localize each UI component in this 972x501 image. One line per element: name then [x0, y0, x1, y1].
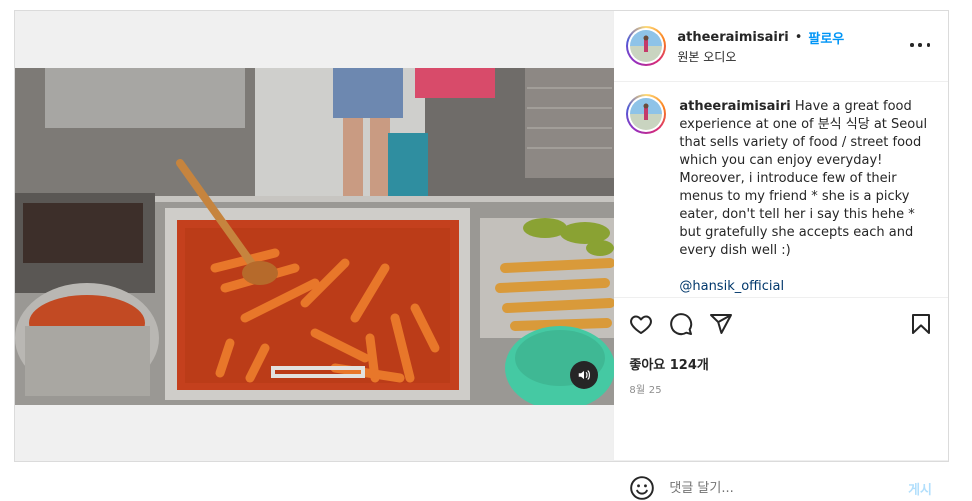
header-username[interactable]: atheeraimisairi: [677, 30, 788, 45]
follow-button[interactable]: 팔로우: [808, 28, 844, 47]
post-date[interactable]: 8월 25: [629, 381, 661, 396]
separator-dot: •: [794, 30, 803, 45]
comment-icon[interactable]: [669, 312, 693, 336]
post-meta: 좋아요 124개 8월 25: [614, 350, 948, 461]
instagram-post: atheeraimisairi • 팔로우 원본 오디오 atheeraimis…: [14, 10, 949, 501]
share-icon[interactable]: [709, 312, 733, 336]
comments-section: atheeraimisairi Have a great food experi…: [614, 82, 948, 298]
caption-avatar-image: [630, 98, 663, 130]
caption-avatar[interactable]: [626, 94, 667, 134]
caption-text: Have a great food experience at one of 분…: [679, 99, 928, 258]
action-bar: [614, 298, 948, 350]
post-comment-button[interactable]: 게시: [908, 479, 932, 498]
caption-username[interactable]: atheeraimisairi: [679, 99, 790, 114]
bookmark-icon[interactable]: [909, 312, 933, 336]
caption: atheeraimisairi Have a great food experi…: [679, 98, 929, 296]
mention-link[interactable]: @hansik_official: [679, 278, 929, 296]
speaker-icon: [578, 370, 590, 380]
audio-label[interactable]: 원본 오디오: [677, 48, 736, 65]
sound-toggle-button[interactable]: [570, 361, 598, 389]
avatar-image: [630, 30, 663, 62]
likes-count[interactable]: 좋아요 124개: [629, 354, 709, 373]
post-header: atheeraimisairi • 팔로우 원본 오디오: [614, 11, 948, 82]
more-options-icon[interactable]: [910, 35, 930, 55]
post-media: [15, 11, 614, 461]
heart-icon[interactable]: [629, 312, 653, 336]
post-video[interactable]: [15, 68, 614, 405]
avatar[interactable]: [626, 26, 667, 66]
video-frame: [15, 68, 614, 405]
post-sidebar: atheeraimisairi • 팔로우 원본 오디오 atheeraimis…: [613, 11, 948, 501]
